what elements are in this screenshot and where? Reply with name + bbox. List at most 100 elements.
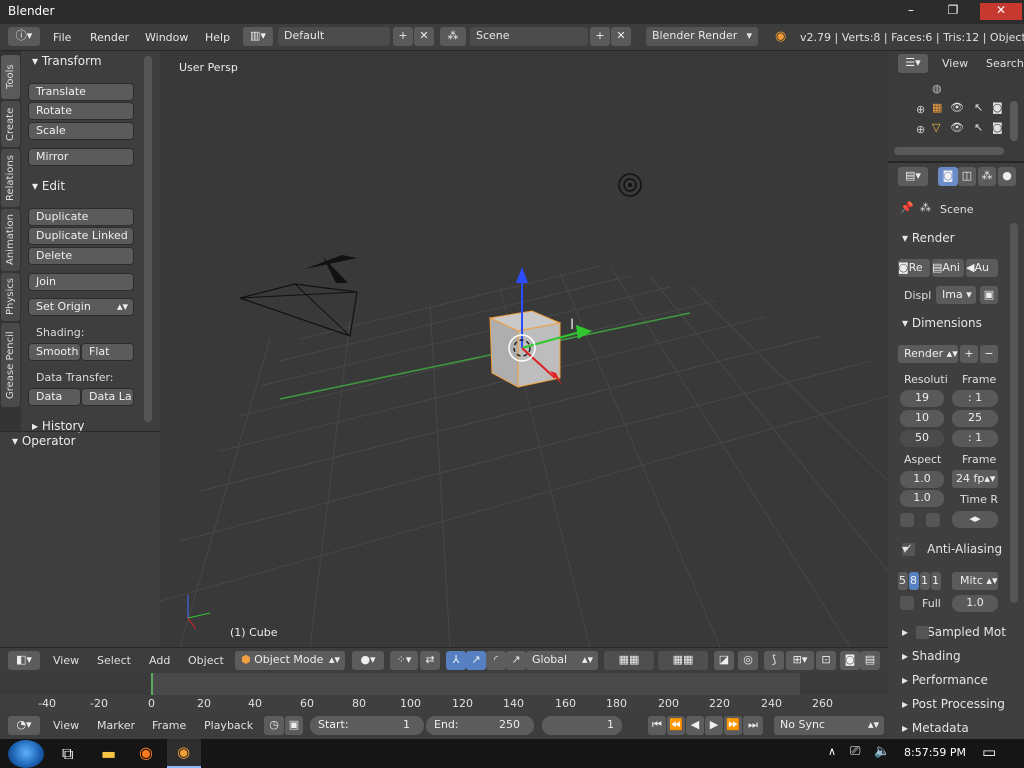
outliner[interactable]: ☰▾ View Search ◍ ⊕ ▦ 👁 ↖ ◙ ⊕ ▽ 👁 ↖ ◙ bbox=[888, 51, 1024, 161]
render-opengl-icon[interactable]: ◙ bbox=[840, 651, 860, 670]
data-button[interactable]: Data bbox=[28, 388, 81, 406]
manipulator-toggle-icon[interactable]: ⇄ bbox=[420, 651, 440, 670]
tab-grease-pencil[interactable]: Grease Pencil bbox=[1, 323, 20, 407]
transform-panel-header[interactable]: ▾ Transform bbox=[32, 54, 102, 68]
cube-object[interactable] bbox=[488, 310, 562, 388]
menu-file[interactable]: File bbox=[53, 31, 71, 44]
menu-marker[interactable]: Marker bbox=[97, 719, 135, 732]
expand-icon[interactable]: ⊕ bbox=[916, 103, 925, 116]
play-reverse-icon[interactable]: ◀ bbox=[686, 716, 704, 735]
snap-icon[interactable]: ⟆ bbox=[764, 651, 784, 670]
aspect-y-field[interactable]: 1.0 bbox=[900, 490, 944, 507]
fps-select[interactable]: 24 fp▴▾ bbox=[952, 470, 998, 488]
camera-item-icon[interactable]: ▦ bbox=[932, 101, 942, 114]
scene-add-icon[interactable]: + bbox=[590, 27, 610, 46]
layers-group-1-icon[interactable]: ▦▦ bbox=[604, 651, 654, 670]
menu-frame[interactable]: Frame bbox=[152, 719, 186, 732]
editor-type-icon[interactable]: ◧▾ bbox=[8, 651, 40, 670]
pin-icon[interactable]: 📌 bbox=[900, 201, 914, 214]
render-audio-button[interactable]: ◀Au bbox=[966, 259, 998, 277]
start-frame-field[interactable]: Start: 1 bbox=[310, 716, 424, 735]
layout-field[interactable]: Default bbox=[278, 27, 390, 46]
filter-size-field[interactable]: 1.0 bbox=[952, 595, 998, 612]
rotate-widget-icon[interactable]: ◜ bbox=[486, 651, 506, 670]
smooth-button[interactable]: Smooth bbox=[28, 343, 81, 361]
tools-scrollbar[interactable] bbox=[144, 56, 152, 422]
tab-animation[interactable]: Animation bbox=[1, 209, 20, 271]
aa-samples-8[interactable]: 8 bbox=[909, 572, 919, 590]
translate-widget-icon[interactable]: ⅄ bbox=[446, 651, 466, 670]
3d-viewport[interactable]: User Persp (1) Cube I bbox=[160, 51, 888, 647]
menu-select[interactable]: Select bbox=[97, 654, 131, 667]
lock-icon[interactable]: ▣ bbox=[285, 716, 303, 735]
tab-tools[interactable]: Tools bbox=[1, 55, 20, 99]
timeline-editor-icon[interactable]: ◔▾ bbox=[8, 716, 40, 735]
preset-add-icon[interactable]: + bbox=[960, 345, 978, 363]
snap-element-icon[interactable]: ⊡ bbox=[816, 651, 836, 670]
properties-scrollbar[interactable] bbox=[1010, 223, 1018, 603]
scene-icon[interactable]: ⁂ bbox=[440, 27, 466, 46]
snap-target-icon[interactable]: ⊞▾ bbox=[786, 651, 814, 670]
render-camera-icon[interactable]: ◙ bbox=[992, 121, 1003, 134]
render-animation-button[interactable]: ▤Ani bbox=[932, 259, 964, 277]
layer-lock-icon[interactable]: ◪ bbox=[714, 651, 734, 670]
duplicate-linked-button[interactable]: Duplicate Linked bbox=[28, 227, 134, 245]
menu-add[interactable]: Add bbox=[149, 654, 170, 667]
delete-button[interactable]: Delete bbox=[28, 247, 134, 265]
aa-samples-11[interactable]: 1 bbox=[920, 572, 930, 590]
file-explorer-icon[interactable]: ▬ bbox=[101, 744, 116, 763]
tray-expand-icon[interactable]: ∧ bbox=[828, 745, 836, 758]
menu-object[interactable]: Object bbox=[188, 654, 224, 667]
current-frame-marker[interactable] bbox=[151, 673, 153, 695]
menu-render[interactable]: Render bbox=[90, 31, 129, 44]
display-select[interactable]: Ima ▾ bbox=[936, 286, 976, 304]
outliner-view-menu[interactable]: View bbox=[942, 57, 968, 70]
sync-select[interactable]: No Sync ▴▾ bbox=[774, 716, 884, 735]
clock[interactable]: 8:57:59 PM bbox=[904, 746, 966, 759]
frame-step-field[interactable]: : 1 bbox=[952, 430, 998, 447]
metadata-panel-header[interactable]: ▸ Metadata bbox=[902, 721, 969, 735]
play-icon[interactable]: ▶ bbox=[705, 716, 723, 735]
lock-interface-icon[interactable]: ▣ bbox=[980, 286, 998, 304]
outliner-vscrollbar[interactable] bbox=[1010, 101, 1018, 141]
tab-relations[interactable]: Relations bbox=[1, 149, 20, 207]
lamp-object[interactable] bbox=[618, 173, 642, 197]
preset-remove-icon[interactable]: − bbox=[980, 345, 998, 363]
tab-create[interactable]: Create bbox=[1, 101, 20, 147]
shading-panel-header[interactable]: ▸ Shading bbox=[902, 649, 961, 663]
aspect-x-field[interactable]: 1.0 bbox=[900, 471, 944, 488]
aa-samples-5[interactable]: 5 bbox=[898, 572, 908, 590]
data-layout-button[interactable]: Data La bbox=[81, 388, 134, 406]
maximize-button[interactable]: ❐ bbox=[938, 3, 968, 20]
render-panel-header[interactable]: ▾ Render bbox=[902, 231, 955, 245]
aa-samples-16[interactable]: 1 bbox=[931, 572, 941, 590]
menu-window[interactable]: Window bbox=[145, 31, 188, 44]
minimize-button[interactable]: – bbox=[896, 3, 926, 20]
resolution-y-field[interactable]: 10 bbox=[900, 410, 944, 427]
outliner-editor-icon[interactable]: ☰▾ bbox=[898, 54, 928, 73]
proportional-edit-icon[interactable]: ◎ bbox=[738, 651, 758, 670]
jump-keyframe-back-icon[interactable]: ⏪ bbox=[667, 716, 685, 735]
menu-playback[interactable]: Playback bbox=[204, 719, 253, 732]
duplicate-button[interactable]: Duplicate bbox=[28, 208, 134, 226]
layout-icon[interactable]: ▥▾ bbox=[243, 27, 273, 46]
tab-physics[interactable]: Physics bbox=[1, 273, 20, 321]
resolution-x-field[interactable]: 19 bbox=[900, 390, 944, 407]
aa-filter-select[interactable]: Mitc ▴▾ bbox=[952, 572, 998, 590]
scale-button[interactable]: Scale bbox=[28, 122, 134, 140]
action-center-icon[interactable]: ▭ bbox=[982, 743, 996, 761]
join-button[interactable]: Join bbox=[28, 273, 134, 291]
edit-panel-header[interactable]: ▾ Edit bbox=[32, 179, 65, 193]
scale-widget-icon[interactable]: ↗ bbox=[506, 651, 526, 670]
performance-panel-header[interactable]: ▸ Performance bbox=[902, 673, 988, 687]
firefox-icon[interactable]: ◉ bbox=[139, 743, 153, 762]
crop-checkbox[interactable] bbox=[926, 513, 940, 527]
outliner-hscrollbar[interactable] bbox=[894, 147, 1004, 155]
properties-editor-icon[interactable]: ▤▾ bbox=[898, 167, 928, 186]
jump-end-icon[interactable]: ⏭ bbox=[743, 716, 763, 735]
pivot-icon[interactable]: ⁘▾ bbox=[390, 651, 418, 670]
render-animation-icon[interactable]: ▤ bbox=[860, 651, 880, 670]
frame-ruler[interactable]: -40 -20 0 20 40 60 80 100 120 140 160 18… bbox=[0, 695, 888, 713]
timeline[interactable]: -40 -20 0 20 40 60 80 100 120 140 160 18… bbox=[0, 673, 888, 713]
border-checkbox[interactable] bbox=[900, 513, 914, 527]
